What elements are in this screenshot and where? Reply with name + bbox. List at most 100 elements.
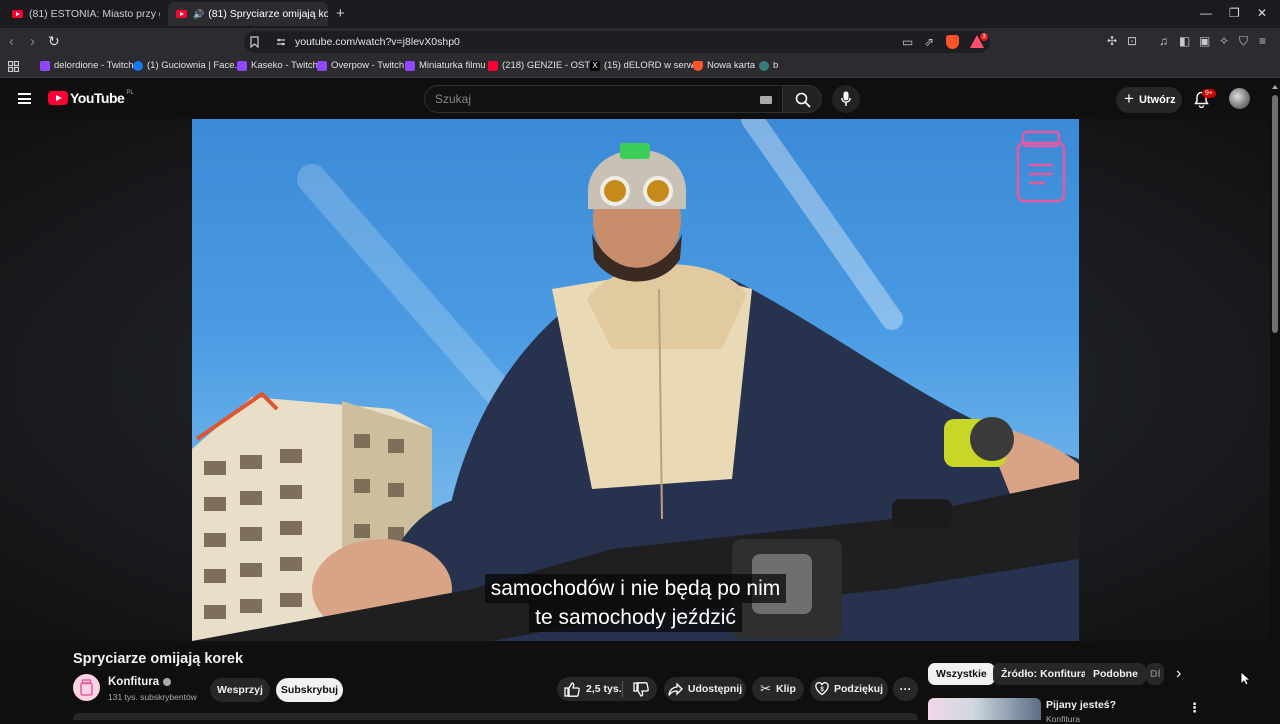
search-button[interactable]	[782, 85, 822, 113]
brave-icon	[693, 60, 703, 71]
mouse-cursor-icon	[1240, 671, 1250, 686]
bookmark-item[interactable]: X (15) dELORD w serw...	[590, 60, 701, 71]
logo-wordmark: YouTube	[70, 90, 125, 106]
search-input[interactable]	[425, 86, 725, 112]
bookmark-label: delordione - Twitch	[54, 60, 134, 71]
site-settings-icon[interactable]	[276, 37, 286, 47]
wallet-icon[interactable]: ▣	[1199, 34, 1210, 48]
youtube-logo[interactable]: YouTube PL	[48, 90, 134, 106]
caption-line: te samochody jeździć	[529, 603, 742, 632]
bookmark-icon[interactable]	[250, 36, 259, 48]
chip-all[interactable]: Wszystkie	[928, 663, 995, 685]
twitch-icon	[317, 60, 327, 71]
share-page-icon[interactable]: ⇗	[924, 35, 934, 49]
related-video-thumbnail[interactable]	[928, 698, 1041, 720]
voice-search-button[interactable]	[832, 85, 860, 113]
rewards-badge: 3	[980, 33, 988, 41]
leo-ai-icon[interactable]: ✧	[1219, 34, 1229, 48]
new-tab-button[interactable]: +	[336, 5, 345, 22]
address-bar[interactable]: youtube.com/watch?v=j8levX0shp0 ▭ ⇗ 3	[244, 31, 990, 53]
video-player[interactable]: samochodów i nie będą po nim te samochod…	[192, 119, 1079, 641]
thanks-label: Podziękuj	[833, 683, 883, 695]
bookmarks-bar: delordione - Twitch (1) Guciownia | Face…	[0, 56, 1280, 78]
scissors-icon: ✂	[760, 681, 772, 696]
share-icon	[668, 682, 683, 696]
hamburger-menu-icon[interactable]	[18, 93, 31, 104]
bookmark-item[interactable]: delordione - Twitch	[40, 60, 134, 71]
minimize-button[interactable]: —	[1200, 6, 1212, 20]
youtube-icon	[488, 60, 498, 71]
create-label: Utwórz	[1138, 94, 1176, 106]
thanks-button[interactable]: $ Podziękuj	[810, 677, 888, 701]
channel-avatar[interactable]	[73, 674, 100, 701]
reload-icon[interactable]: ↻	[48, 33, 60, 50]
vpn-icon[interactable]: ⛉	[1239, 34, 1248, 49]
restore-button[interactable]: ❐	[1229, 6, 1240, 20]
bookmark-item[interactable]: Overpow - Twitch	[317, 60, 404, 71]
brave-shield-icon[interactable]	[946, 35, 959, 49]
menu-icon[interactable]: ≡	[1259, 34, 1266, 48]
like-count[interactable]: 2,5 tys.	[586, 683, 622, 695]
browser-tab-strip: (81) ESTONIA: Miasto przy granicy z R 🔊 …	[0, 0, 1280, 28]
clip-button[interactable]: ✂ Klip	[752, 677, 804, 701]
bookmark-label: (218) GENZIE - OST...	[502, 60, 598, 71]
bookmark-item[interactable]: Miniaturka filmu	[405, 60, 486, 71]
close-window-button[interactable]: ✕	[1257, 6, 1267, 20]
create-button[interactable]: + Utwórz	[1116, 87, 1182, 113]
description-box[interactable]	[73, 713, 918, 720]
bookmark-item[interactable]: (218) GENZIE - OST...	[488, 60, 597, 71]
bookmark-item[interactable]: Kaseko - Twitch	[237, 60, 318, 71]
scroll-thumb[interactable]	[1272, 95, 1278, 333]
channel-watermark-icon[interactable]	[1015, 129, 1067, 204]
url-text[interactable]: youtube.com/watch?v=j8levX0shp0	[295, 36, 460, 48]
jar-icon	[80, 679, 93, 696]
chip-more[interactable]: Dl	[1146, 663, 1164, 685]
browser-tab-active[interactable]: 🔊 (81) Spryciarze omijają korek ✕	[168, 2, 328, 26]
apps-grid-icon[interactable]	[8, 61, 19, 72]
chip-similar[interactable]: Podobne	[1085, 663, 1146, 685]
page-scrollbar[interactable]	[1270, 79, 1280, 720]
bookmark-item[interactable]: Nowa karta	[693, 60, 755, 71]
captions: samochodów i nie będą po nim te samochod…	[192, 574, 1079, 632]
video-title: Spryciarze omijają korek	[73, 651, 244, 667]
chip-from-channel[interactable]: Źródło: Konfitura	[993, 663, 1095, 685]
bookmark-item[interactable]: (1) Guciownia | Face...	[133, 60, 242, 71]
extensions-icon[interactable]: ✣	[1107, 34, 1117, 48]
scroll-up-icon[interactable]	[1272, 85, 1278, 89]
browser-toolbar: ‹ › ↻ youtube.com/watch?v=j8levX0shp0 ▭ …	[0, 28, 1280, 56]
twitch-icon	[237, 60, 247, 71]
twitch-icon	[40, 60, 50, 71]
video-frame	[192, 119, 1079, 641]
bookmark-item[interactable]: b	[759, 60, 778, 71]
bookmark-label: b	[773, 60, 779, 71]
screenshot-icon[interactable]: ⊡	[1127, 34, 1137, 48]
globe-icon	[759, 60, 769, 71]
account-avatar[interactable]	[1229, 88, 1250, 109]
support-button[interactable]: Wesprzyj	[210, 678, 270, 702]
share-button[interactable]: Udostępnij	[664, 677, 746, 701]
channel-name-text[interactable]: Konfitura	[108, 676, 159, 688]
chevron-right-icon[interactable]: ›	[1176, 665, 1181, 683]
related-video-menu-icon[interactable]: ⋮	[1188, 700, 1201, 716]
more-actions-button[interactable]: ···	[893, 677, 918, 701]
keyboard-icon[interactable]	[760, 96, 772, 104]
speaker-icon[interactable]: 🔊	[193, 9, 204, 20]
forward-icon[interactable]: ›	[30, 33, 35, 50]
subscribe-button[interactable]: Subskrybuj	[276, 678, 343, 702]
thanks-heart-icon: $	[815, 682, 829, 696]
sidebar-icon[interactable]: ◧	[1179, 34, 1190, 48]
bookmark-label: (15) dELORD w serw...	[604, 60, 702, 71]
dislike-icon[interactable]	[633, 682, 649, 697]
bookmark-label: Miniaturka filmu	[419, 60, 486, 71]
country-code: PL	[126, 90, 134, 96]
media-icon[interactable]: ♫	[1159, 34, 1168, 48]
back-icon[interactable]: ‹	[9, 33, 14, 50]
related-video-title[interactable]: Pijany jesteś?	[1046, 699, 1116, 711]
like-icon[interactable]	[564, 681, 580, 697]
cast-icon[interactable]: ▭	[902, 35, 913, 49]
browser-tab[interactable]: (81) ESTONIA: Miasto przy granicy z R	[4, 2, 160, 26]
youtube-play-icon	[48, 91, 68, 105]
tab-title: (81) Spryciarze omijają korek	[208, 8, 328, 20]
related-video-channel[interactable]: Konfitura	[1046, 714, 1080, 724]
channel-name[interactable]: Konfitura	[108, 676, 172, 688]
